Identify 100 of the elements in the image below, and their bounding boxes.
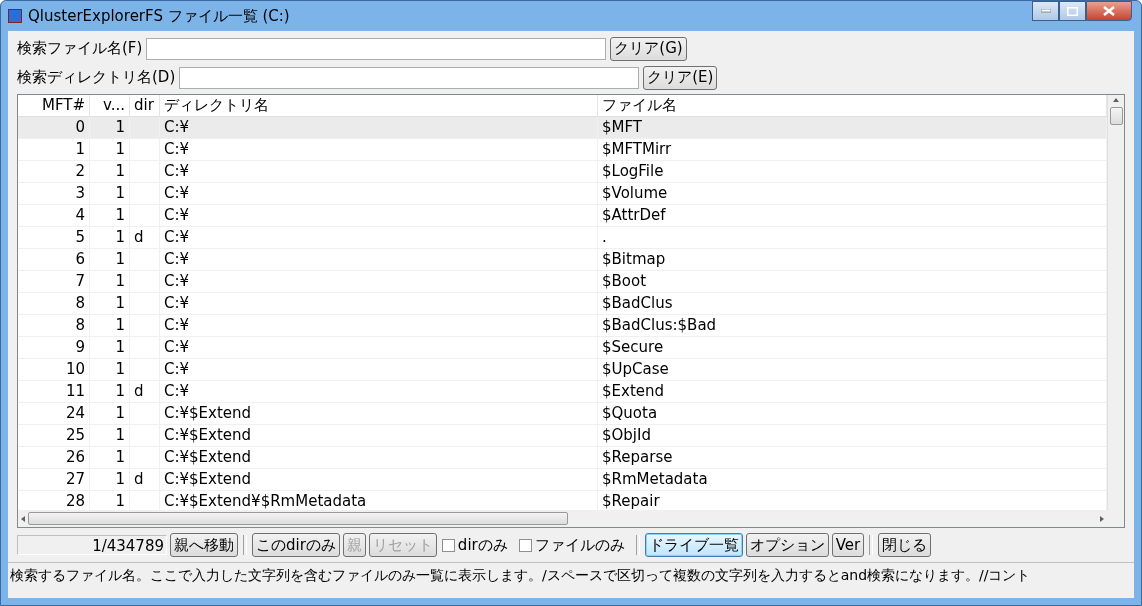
column-header[interactable]: v... [90,95,130,116]
table-cell: 5 [18,227,90,248]
table-cell: C:¥ [160,161,598,182]
table-cell: C:¥$Extend [160,425,598,446]
table-cell: 1 [90,227,130,248]
table-row[interactable]: 5 1 d C:¥ . [18,227,1107,249]
toolbar-button[interactable]: 親へ移動 [170,533,238,557]
scroll-thumb[interactable] [1109,107,1123,125]
table-cell: d [130,227,160,248]
table-cell: 4 [18,205,90,226]
table-cell: 9 [18,337,90,358]
table-cell: C:¥ [160,117,598,138]
table-cell: 8 [18,315,90,336]
table-row[interactable]: 8 1 C:¥ $BadClus:$Bad [18,315,1107,337]
toolbar-button[interactable]: ドライブ一覧 [644,533,743,557]
scroll-thumb[interactable] [28,512,568,525]
table-cell: 1 [90,271,130,292]
horizontal-scrollbar[interactable] [18,510,1107,527]
toolbar-button[interactable]: このdirのみ [252,533,340,557]
table-cell: C:¥ [160,227,598,248]
table-cell: 26 [18,447,90,468]
close-button[interactable] [1086,1,1132,21]
table-cell: 27 [18,469,90,490]
table-cell: C:¥$Extend [160,447,598,468]
table-row[interactable]: 11 1 d C:¥ $Extend [18,381,1107,403]
toolbar-button[interactable]: オプション [745,533,829,557]
column-header[interactable]: dir [130,95,160,116]
table-cell: C:¥ [160,315,598,336]
table-cell: C:¥ [160,381,598,402]
table-cell: C:¥ [160,183,598,204]
clear-button[interactable]: クリア(E) [643,65,718,90]
table-row[interactable]: 2 1 C:¥ $LogFile [18,161,1107,183]
table-row[interactable]: 26 1 C:¥$Extend $Reparse [18,447,1107,469]
checkbox[interactable] [441,538,455,552]
search-file-field[interactable] [146,37,607,60]
table-cell: C:¥ [160,139,598,160]
table-row[interactable]: 27 1 d C:¥$Extend $RmMetadata [18,469,1107,491]
table-row[interactable]: 0 1 C:¥ $MFT [18,117,1107,139]
column-header[interactable]: ディレクトリ名 [160,95,598,116]
table-cell: 1 [90,139,130,160]
table-cell: 1 [90,403,130,424]
column-header[interactable]: MFT# [18,95,90,116]
table-cell: 7 [18,271,90,292]
maximize-icon [1067,6,1078,16]
maximize-button[interactable] [1059,1,1086,21]
table-row[interactable]: 25 1 C:¥$Extend $ObjId [18,425,1107,447]
table-cell: 1 [90,205,130,226]
checkbox[interactable] [518,538,532,552]
table-cell: C:¥ [160,337,598,358]
table-row[interactable]: 6 1 C:¥ $Bitmap [18,249,1107,271]
table-cell: C:¥ [160,249,598,270]
table-cell: 1 [90,183,130,204]
table-cell: 1 [90,315,130,336]
table-cell: 25 [18,425,90,446]
table-cell: C:¥ [160,205,598,226]
field-label: 検索ディレクトリ名(D) [17,68,176,87]
table-row[interactable]: 8 1 C:¥ $BadClus [18,293,1107,315]
table-cell: 1 [90,337,130,358]
table-row[interactable]: 10 1 C:¥ $UpCase [18,359,1107,381]
record-count: 1/434789 [17,535,167,555]
table-cell: 8 [18,293,90,314]
table-cell: 0 [18,117,90,138]
toolbar-button[interactable]: Ver [831,533,865,557]
toolbar-button[interactable]: 閉じる [878,533,932,557]
table-cell: C:¥$Extend [160,403,598,424]
table-cell: 1 [90,117,130,138]
table-cell: 6 [18,249,90,270]
table-cell: 1 [90,161,130,182]
table-row[interactable]: 9 1 C:¥ $Secure [18,337,1107,359]
table-cell: 1 [90,359,130,380]
minimize-icon [1040,9,1051,13]
table-cell: 1 [90,293,130,314]
window-title: QlusterExplorerFS ファイル一覧 (C:) [28,6,291,26]
table-row[interactable]: 1 1 C:¥ $MFTMirr [18,139,1107,161]
table-row[interactable]: 4 1 C:¥ $AttrDef [18,205,1107,227]
checkbox-label[interactable]: ファイルのみ [518,535,625,555]
table-cell: 1 [18,139,90,160]
table-cell: 1 [90,425,130,446]
table-cell: d [130,381,160,402]
table-cell: 24 [18,403,90,424]
table-cell: 10 [18,359,90,380]
table-cell: 2 [18,161,90,182]
table-cell: 1 [90,469,130,490]
table-cell: 1 [90,381,130,402]
table-cell: C:¥ [160,271,598,292]
checkbox-label[interactable]: dirのみ [441,535,508,555]
status-text: 検索するファイル名。ここで入力した文字列を含むファイルのみ一覧に表示します。/スペースで区切って複数の文字列を入力するとand検索になります。//コント [10,567,1031,585]
clear-button[interactable]: クリア(G) [610,36,687,61]
table-cell: 11 [18,381,90,402]
minimize-button[interactable] [1032,1,1059,21]
close-icon [1103,6,1115,16]
table-cell: C:¥ [160,359,598,380]
table-cell: C:¥ [160,293,598,314]
table-row[interactable]: 7 1 C:¥ $Boot [18,271,1107,293]
vertical-scrollbar[interactable] [1107,95,1124,510]
table-row[interactable]: 24 1 C:¥$Extend $Quota [18,403,1107,425]
table-cell: C:¥$Extend [160,469,598,490]
table-cell: 3 [18,183,90,204]
table-row[interactable]: 3 1 C:¥ $Volume [18,183,1107,205]
search-dir-field[interactable] [179,66,640,89]
